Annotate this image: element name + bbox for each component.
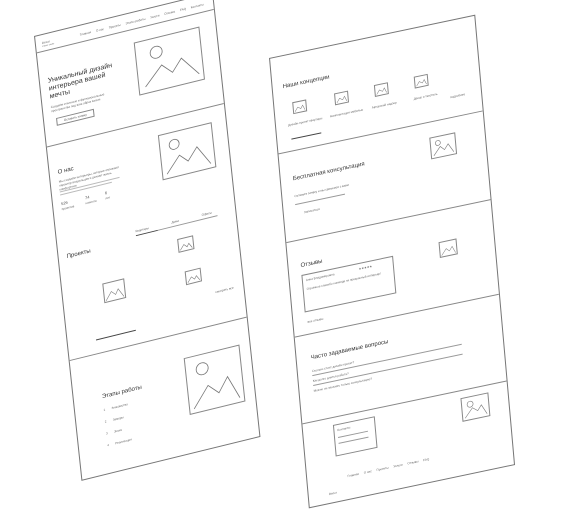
footer-nav: Главная О нас Проекты Услуги Отзывы FAQ xyxy=(347,456,433,478)
nav-item[interactable]: Отзывы xyxy=(164,9,175,16)
faq-divider xyxy=(312,343,462,377)
nav-item[interactable]: Этапы работы xyxy=(125,17,145,26)
contact-form: Контакты xyxy=(332,416,378,457)
image-placeholder-icon xyxy=(193,362,241,410)
stage-number: 3 xyxy=(105,431,108,436)
stage-number: 1 xyxy=(103,407,106,413)
wireframe-page-right: Наши концепции Дизайн-проект квартиры Ко… xyxy=(269,14,516,509)
consult-image-placeholder xyxy=(429,132,458,160)
image-placeholder-icon xyxy=(105,288,125,301)
stage-name: Знакомство xyxy=(111,402,128,411)
review-rating: ★★★★★ xyxy=(358,264,373,271)
slider-progress[interactable] xyxy=(95,329,136,341)
footer-nav-item[interactable]: О нас xyxy=(364,469,372,475)
service-name: Комплектация мебелью xyxy=(329,107,364,119)
wireframe-page-left: Decor interior studio Главная О нас Прое… xyxy=(34,0,261,481)
tab-houses[interactable]: Дома xyxy=(171,219,179,225)
project-thumbnail[interactable] xyxy=(184,267,203,286)
hero-cta-button[interactable]: Оставить заявку xyxy=(56,108,95,126)
stat-label: лет xyxy=(105,195,111,201)
service-icon xyxy=(373,82,389,97)
stage-number: 4 xyxy=(107,442,110,448)
reviews-title: Отзывы xyxy=(300,258,323,270)
image-placeholder-icon xyxy=(433,140,455,156)
hero-image-placeholder xyxy=(133,26,205,96)
image-placeholder-icon xyxy=(187,275,201,283)
image-placeholder-icon xyxy=(180,242,193,251)
image-placeholder-icon xyxy=(465,400,488,419)
contact-form-title: Контакты xyxy=(337,425,351,433)
nav-item[interactable]: Услуги xyxy=(150,13,160,19)
service-icon xyxy=(413,73,429,89)
projects-title: Проекты xyxy=(66,248,92,261)
stage-name: Реализация xyxy=(115,437,133,446)
about-image-placeholder xyxy=(157,122,217,181)
footer-image-placeholder xyxy=(460,392,491,422)
services-title: Наши концепции xyxy=(282,74,330,91)
service-icon xyxy=(292,99,308,115)
nav-item[interactable]: Проекты xyxy=(109,23,121,30)
service-name: Декор и текстиль xyxy=(413,91,438,101)
contact-input[interactable] xyxy=(338,436,369,444)
footer-nav-item[interactable]: Проекты xyxy=(376,466,388,472)
footer-nav-item[interactable]: FAQ xyxy=(423,457,429,462)
service-name: Авторский надзор xyxy=(371,100,397,110)
review-text: Огромное спасибо команде за прекрасный и… xyxy=(306,271,382,291)
stat-value: 6 xyxy=(104,190,108,196)
service-icon xyxy=(334,90,350,106)
footer-nav-item[interactable]: Отзывы xyxy=(407,459,418,465)
footer-nav-item[interactable]: Услуги xyxy=(393,463,403,469)
review-image-placeholder xyxy=(438,238,458,258)
slider-progress[interactable] xyxy=(291,132,322,140)
nav-item[interactable]: О нас xyxy=(96,27,104,33)
projects-more-link[interactable]: смотреть все xyxy=(215,286,234,294)
nav-item[interactable]: FAQ xyxy=(180,7,186,12)
stage-name: Эскиз xyxy=(113,427,123,434)
services-more-link[interactable]: подробнее xyxy=(450,92,465,99)
image-placeholder-icon xyxy=(166,138,212,175)
image-placeholder-icon xyxy=(145,45,200,88)
project-thumbnail[interactable] xyxy=(177,235,195,253)
service-name: Дизайн-проект квартиры xyxy=(287,116,323,128)
stages-title: Этапы работы xyxy=(101,384,143,401)
section-divider xyxy=(286,199,491,244)
footer-nav-item[interactable]: Главная xyxy=(347,472,359,478)
footer-logo[interactable]: Decor xyxy=(329,490,337,496)
stages-image-placeholder xyxy=(183,344,246,416)
projects-tabs: Квартиры Дома Офисы xyxy=(135,210,216,234)
nav-item[interactable]: Главная xyxy=(80,30,92,37)
stage-number: 2 xyxy=(104,419,107,424)
consult-button[interactable]: Записаться xyxy=(304,207,320,214)
project-thumbnail[interactable] xyxy=(102,278,127,304)
review-author: Анна Владимировна xyxy=(305,272,335,283)
nav-item[interactable]: Контакты xyxy=(191,2,204,9)
stage-name: Замеры xyxy=(112,415,124,422)
about-title: О нас xyxy=(57,166,75,176)
reviews-more-link[interactable]: все отзывы xyxy=(307,317,323,324)
